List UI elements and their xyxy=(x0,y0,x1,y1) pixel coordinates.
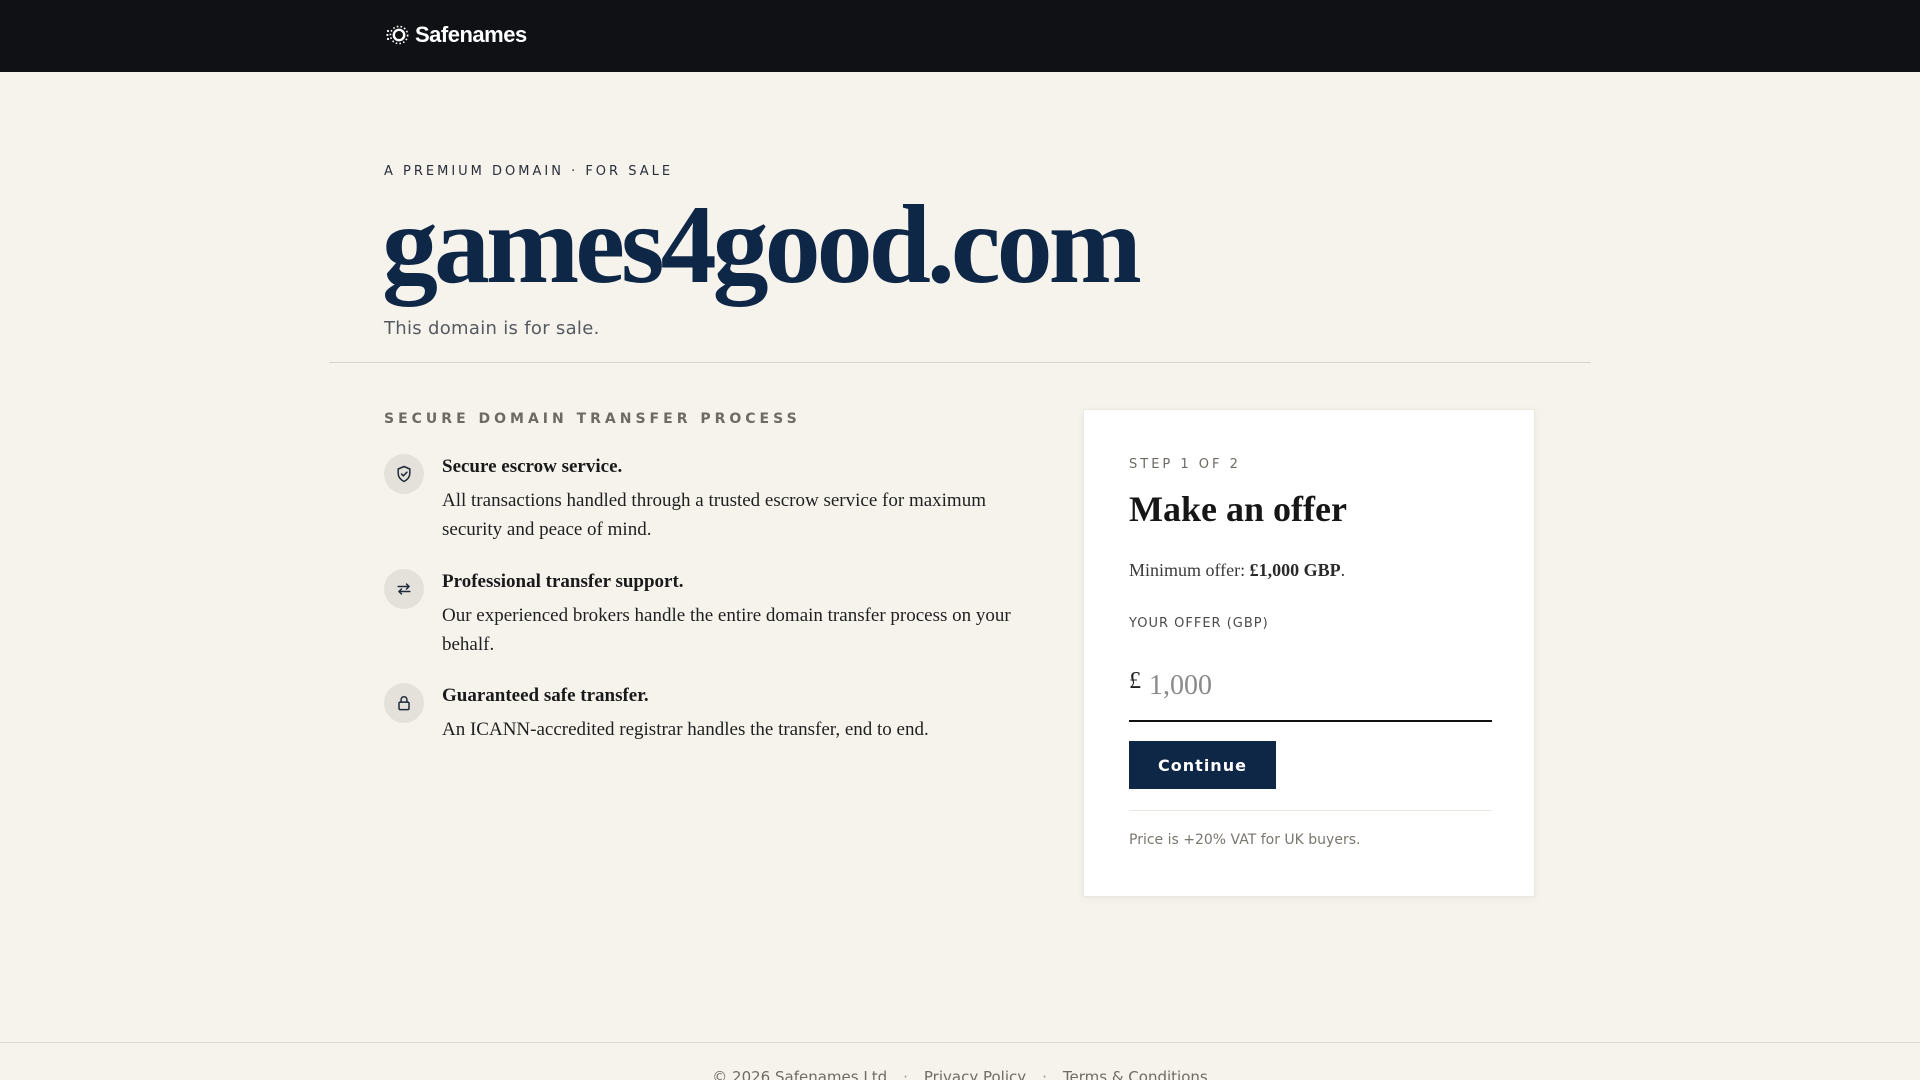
offer-card-title: Make an offer xyxy=(1129,489,1347,529)
privacy-policy-link[interactable]: Privacy Policy xyxy=(924,1068,1026,1080)
footer: © 2026 Safenames Ltd · Privacy Policy · … xyxy=(0,1068,1920,1080)
footer-copyright: © 2026 Safenames Ltd xyxy=(712,1068,888,1080)
brand-name: Safenames xyxy=(415,22,527,47)
feature-title: Professional transfer support. xyxy=(442,571,684,592)
feature-description: Our experienced brokers handle the entir… xyxy=(442,605,1011,655)
section-divider xyxy=(329,362,1591,363)
offer-amount-input[interactable] xyxy=(1149,666,1479,706)
top-bar: Safenames xyxy=(0,0,1920,72)
footer-divider xyxy=(0,1042,1920,1043)
minimum-offer-amount: £1,000 GBP xyxy=(1249,560,1341,580)
offer-amount-field: £ xyxy=(1129,656,1492,722)
process-section-title: SECURE DOMAIN TRANSFER PROCESS xyxy=(384,411,801,427)
transfer-arrows-icon xyxy=(384,569,424,609)
shield-check-icon xyxy=(384,454,424,494)
card-divider xyxy=(1129,810,1492,811)
feature-description: An ICANN-accredited registrar handles th… xyxy=(442,719,929,740)
vat-note: Price is +20% VAT for UK buyers. xyxy=(1129,832,1361,848)
feature-title: Secure escrow service. xyxy=(442,456,623,477)
footer-separator: · xyxy=(1042,1068,1047,1080)
footer-separator: · xyxy=(903,1068,908,1080)
safenames-logo-icon xyxy=(386,25,409,45)
offer-field-label: YOUR OFFER (GBP) xyxy=(1129,616,1269,631)
minimum-offer-prefix: Minimum offer: xyxy=(1129,560,1250,580)
step-indicator: STEP 1 OF 2 xyxy=(1129,457,1241,472)
hero-subtitle: This domain is for sale. xyxy=(384,318,600,339)
offer-card: STEP 1 OF 2 Make an offer Minimum offer:… xyxy=(1083,409,1535,897)
brand-logo[interactable]: Safenames xyxy=(385,22,527,48)
terms-link[interactable]: Terms & Conditions xyxy=(1063,1068,1208,1080)
feature-description: All transactions handled through a trust… xyxy=(442,490,986,540)
feature-transfer-support: Professional transfer support. Our exper… xyxy=(384,569,1024,659)
continue-button[interactable]: Continue xyxy=(1129,741,1276,789)
minimum-offer-suffix: . xyxy=(1340,560,1346,580)
feature-safe-transfer: Guaranteed safe transfer. An ICANN-accre… xyxy=(384,683,1024,753)
feature-escrow: Secure escrow service. All transactions … xyxy=(384,454,1024,544)
feature-title: Guaranteed safe transfer. xyxy=(442,685,649,706)
lock-icon xyxy=(384,683,424,723)
minimum-offer-text: Minimum offer: £1,000 GBP. xyxy=(1129,560,1345,581)
currency-symbol: £ xyxy=(1129,668,1141,694)
hero-eyebrow: A PREMIUM DOMAIN · FOR SALE xyxy=(384,164,674,179)
domain-name-heading: games4good.com xyxy=(382,183,1142,307)
